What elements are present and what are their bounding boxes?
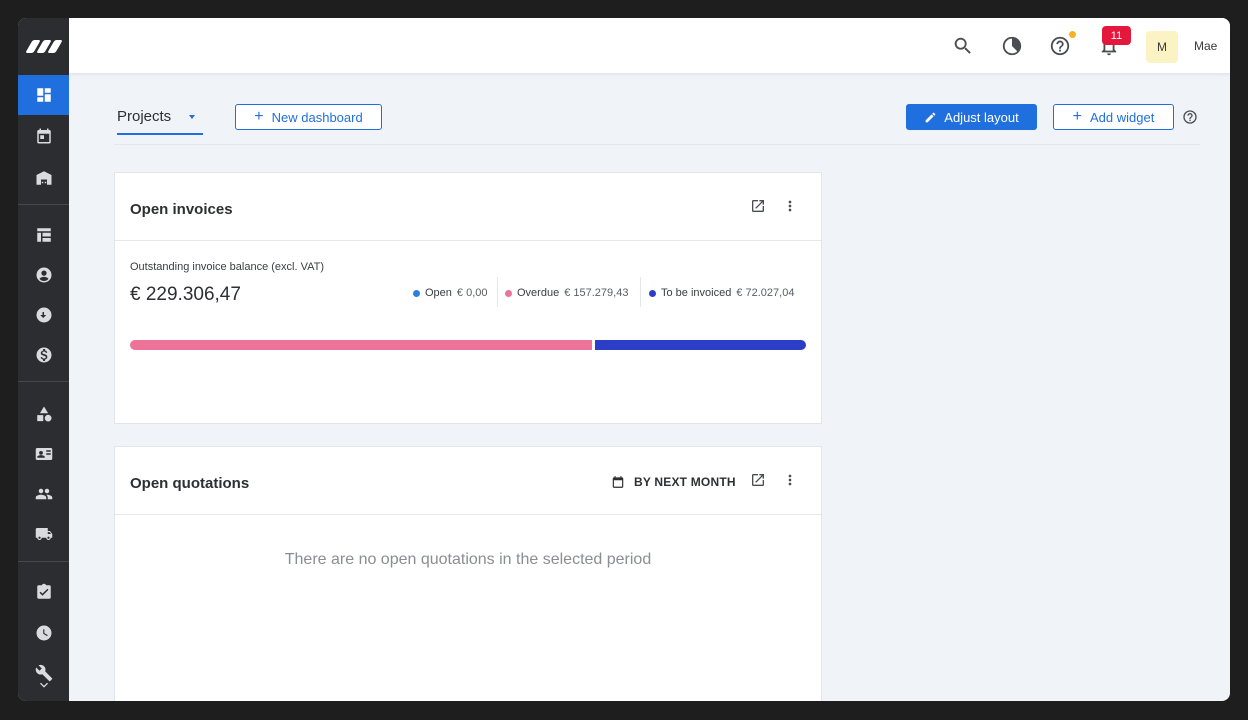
sync-icon xyxy=(36,307,51,323)
sidebar-item-sync[interactable] xyxy=(18,295,69,335)
legend-amount: € 157.279,43 xyxy=(564,287,629,299)
widget-menu-button[interactable] xyxy=(782,472,798,488)
sidebar-item-contacts[interactable] xyxy=(18,434,69,474)
open-invoices-header: Open invoices xyxy=(115,173,821,241)
invoice-balance-subtitle: Outstanding invoice balance (excl. VAT) xyxy=(130,261,325,273)
legend-label: To be invoiced xyxy=(661,287,732,299)
app-logo[interactable] xyxy=(18,18,69,74)
new-dashboard-label: New dashboard xyxy=(271,109,363,125)
open-external-button[interactable] xyxy=(750,472,766,488)
sidebar-item-calendar[interactable] xyxy=(18,116,69,156)
calendar-icon xyxy=(612,476,624,488)
legend-dot-to-be-invoiced xyxy=(649,289,656,297)
add-widget-button[interactable]: + Add widget xyxy=(1053,104,1174,130)
timer-icon xyxy=(1002,36,1022,56)
toolbar-divider xyxy=(114,144,1200,145)
checklist-icon xyxy=(36,583,51,599)
app-window: 11 M Mae Projects + New dashboard Adjust… xyxy=(18,18,1230,701)
sidebar-item-delivery[interactable] xyxy=(18,514,69,554)
account-circle-icon xyxy=(36,267,51,283)
table-icon xyxy=(36,228,51,242)
search-button[interactable] xyxy=(951,34,975,58)
notification-count-badge: 11 xyxy=(1102,26,1131,45)
bar-segment-to-be-invoiced xyxy=(594,340,806,350)
open-quotations-widget: Open quotations BY NEXT MONTH There are … xyxy=(114,446,822,701)
chevron-down-icon xyxy=(39,682,48,688)
legend-overdue: Overdue € 157.279,43 xyxy=(505,287,628,299)
open-invoices-widget: Open invoices Outstanding invoice balanc… xyxy=(114,172,822,424)
open-external-icon xyxy=(752,200,764,212)
sidebar-item-people[interactable] xyxy=(18,474,69,514)
help-circle-icon xyxy=(1183,110,1197,124)
user-name[interactable]: Mae xyxy=(1194,39,1217,53)
sidebar-item-finance[interactable] xyxy=(18,335,69,375)
sidebar-item-tasks[interactable] xyxy=(18,572,69,612)
help-indicator-dot xyxy=(1069,31,1076,38)
open-external-button[interactable] xyxy=(750,198,766,214)
period-filter-button[interactable]: BY NEXT MONTH xyxy=(611,475,736,489)
open-quotations-header: Open quotations BY NEXT MONTH xyxy=(115,447,821,515)
legend-amount: € 0,00 xyxy=(456,287,488,299)
open-invoices-title: Open invoices xyxy=(130,201,233,218)
empty-state-message: There are no open quotations in the sele… xyxy=(284,551,652,568)
help-circle-icon xyxy=(1050,36,1070,56)
help-button[interactable] xyxy=(1048,34,1072,58)
legend-to-be-invoiced: To be invoiced € 72.027,04 xyxy=(649,287,794,299)
add-widget-label: Add widget xyxy=(1090,109,1155,125)
calendar-icon xyxy=(36,128,51,144)
new-dashboard-button[interactable]: + New dashboard xyxy=(235,104,382,130)
timer-button[interactable] xyxy=(1000,34,1024,58)
legend-label: Open xyxy=(425,287,452,299)
sidebar-item-products[interactable] xyxy=(18,394,69,434)
user-avatar[interactable]: M xyxy=(1146,31,1178,63)
bar-segment-overdue xyxy=(130,340,592,350)
toolbar-help-button[interactable] xyxy=(1182,109,1198,125)
sidebar-expand[interactable] xyxy=(18,673,69,697)
plus-icon: + xyxy=(254,108,264,125)
legend-open: Open € 0,00 xyxy=(413,287,488,299)
search-icon xyxy=(954,37,971,54)
sidebar-item-time[interactable] xyxy=(18,613,69,653)
people-icon xyxy=(35,488,52,500)
warehouse-icon xyxy=(36,171,51,185)
adjust-layout-label: Adjust layout xyxy=(944,109,1019,125)
dashboard-selector-tab[interactable]: Projects xyxy=(117,108,203,135)
more-vertical-icon xyxy=(788,200,792,212)
open-external-icon xyxy=(752,474,764,486)
dashboard-icon xyxy=(36,88,51,102)
shapes-icon xyxy=(36,406,51,422)
adjust-layout-button[interactable]: Adjust layout xyxy=(906,104,1037,130)
caret-down-icon xyxy=(189,115,195,119)
sidebar-item-dashboard[interactable] xyxy=(18,75,69,115)
sidebar xyxy=(18,18,69,701)
open-quotations-title: Open quotations xyxy=(130,475,250,492)
legend-dot-open xyxy=(413,289,420,297)
legend-amount: € 72.027,04 xyxy=(736,287,795,299)
clock-icon xyxy=(36,625,51,641)
contact-card-icon xyxy=(35,448,52,460)
sidebar-item-warehouse[interactable] xyxy=(18,158,69,198)
sidebar-item-account[interactable] xyxy=(18,255,69,295)
pencil-icon xyxy=(925,112,936,122)
sidebar-item-table[interactable] xyxy=(18,215,69,255)
more-vertical-icon xyxy=(788,474,792,486)
invoice-balance-total: € 229.306,47 xyxy=(130,284,241,305)
legend-label: Overdue xyxy=(517,287,560,299)
truck-icon xyxy=(35,528,52,540)
invoice-balance-bar xyxy=(130,340,806,350)
dashboard-tab-label: Projects xyxy=(117,108,172,125)
period-filter-label: BY NEXT MONTH xyxy=(634,475,736,489)
widget-menu-button[interactable] xyxy=(782,198,798,214)
plus-icon: + xyxy=(1072,108,1082,125)
dollar-icon xyxy=(36,347,51,363)
legend-dot-overdue xyxy=(505,289,512,297)
